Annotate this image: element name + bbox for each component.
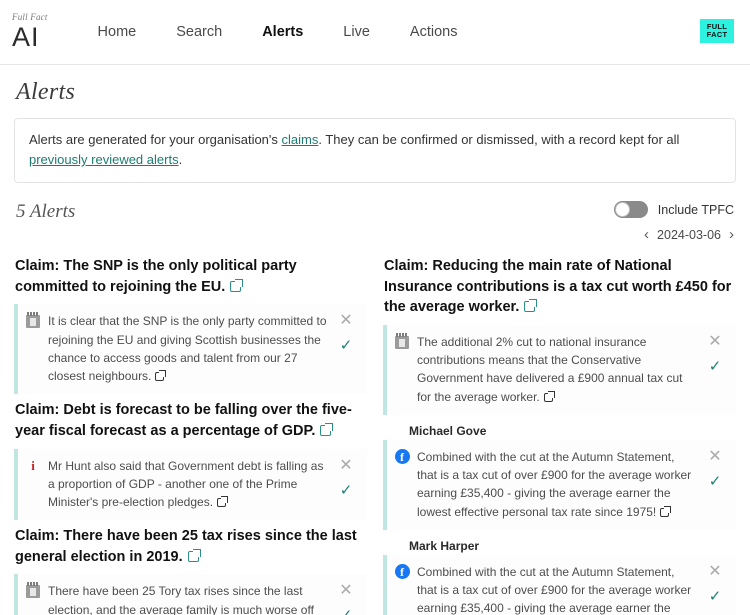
nav-link-search[interactable]: Search <box>156 18 242 46</box>
alerts-column-right: Claim: Reducing the main rate of Nationa… <box>383 250 736 615</box>
claim-title-text: Claim: There have been 25 tax rises sinc… <box>15 528 357 565</box>
confirm-alert-button[interactable]: ✓ <box>340 483 353 498</box>
facebook-icon: f <box>394 564 410 580</box>
nav-link-home[interactable]: Home <box>78 18 157 46</box>
alert-quote-item: The additional 2% cut to national insura… <box>383 325 736 415</box>
brand-logo[interactable]: Full Fact AI <box>12 13 48 51</box>
quote-text-content: Mr Hunt also said that Government debt i… <box>48 458 324 509</box>
alerts-columns: Claim: The SNP is the only political par… <box>14 250 736 615</box>
quote-actions: ✕✓ <box>700 333 730 375</box>
quote-external-link-icon[interactable] <box>543 390 555 402</box>
alert-quote-item: f Combined with the cut at the Autumn Sta… <box>383 439 736 530</box>
claim-external-link-icon[interactable] <box>320 422 334 436</box>
quote-text: There have been 25 Tory tax rises since … <box>48 582 331 615</box>
confirm-alert-button[interactable]: ✓ <box>340 338 353 353</box>
facebook-glyph: f <box>394 564 410 580</box>
include-tpfc-toggle[interactable] <box>613 201 648 219</box>
include-tpfc-label: Include TPFC <box>657 202 734 217</box>
dismiss-alert-button[interactable]: ✕ <box>339 583 352 599</box>
dismiss-alert-button[interactable]: ✕ <box>708 563 721 580</box>
quote-actions: ✕✓ <box>331 312 361 354</box>
quote-text: It is clear that the SNP is the only par… <box>48 312 331 385</box>
current-date-value: 2024-03-06 <box>657 227 721 242</box>
info-banner: Alerts are generated for your organisati… <box>14 118 736 184</box>
info-source-icon: i <box>25 458 41 474</box>
claim-external-link-icon[interactable] <box>524 299 538 313</box>
info-banner-text-3: . <box>178 152 183 168</box>
claim-title: Claim: Debt is forecast to be falling ov… <box>15 400 367 441</box>
facebook-glyph: f <box>394 449 410 465</box>
include-tpfc-row: Include TPFC <box>613 201 734 219</box>
claims-link[interactable]: claims <box>282 132 319 147</box>
claim-title: Claim: The SNP is the only political par… <box>15 256 367 297</box>
confirm-alert-button[interactable]: ✓ <box>340 608 353 615</box>
top-navigation-bar: Full Fact AI Home Search Alerts Live Act… <box>0 0 750 65</box>
info-glyph: i <box>31 458 35 474</box>
info-banner-text-2: . They can be confirmed or dismissed, wi… <box>318 132 680 147</box>
quote-text-content: Combined with the cut at the Autumn Stat… <box>417 449 692 519</box>
quote-external-link-icon[interactable] <box>155 370 167 382</box>
parliament-glyph <box>395 332 409 349</box>
facebook-icon: f <box>394 449 410 465</box>
quote-actions: ✕✓ <box>700 448 730 489</box>
nav-link-alerts[interactable]: Alerts <box>242 18 323 46</box>
toggle-knob <box>614 202 630 218</box>
quote-text: Combined with the cut at the Autumn Stat… <box>417 563 700 615</box>
nav-link-actions[interactable]: Actions <box>390 18 478 46</box>
next-day-chevron-icon[interactable]: › <box>729 227 734 242</box>
logo-line-2: FACT <box>705 30 729 39</box>
confirm-alert-button[interactable]: ✓ <box>709 589 722 604</box>
quote-external-link-icon[interactable] <box>660 505 672 517</box>
dismiss-alert-button[interactable]: ✕ <box>708 334 721 350</box>
brand-kicker: Full Fact <box>12 12 48 22</box>
dismiss-alert-button[interactable]: ✕ <box>339 457 352 474</box>
parliament-icon <box>25 311 41 329</box>
page-content: Alerts Alerts are generated for your org… <box>0 79 750 615</box>
alerts-column-left: Claim: The SNP is the only political par… <box>14 250 367 615</box>
claim-title: Claim: There have been 25 tax rises sinc… <box>15 526 367 567</box>
quote-text: Mr Hunt also said that Government debt i… <box>48 457 331 512</box>
claim-title-text: Claim: The SNP is the only political par… <box>15 258 297 295</box>
quote-text-content: Combined with the cut at the Autumn Stat… <box>417 564 692 615</box>
quote-actions: ✕✓ <box>331 457 361 498</box>
confirm-alert-button[interactable]: ✓ <box>709 474 722 489</box>
alerts-controls: Include TPFC ‹ 2024-03-06 › <box>613 201 734 242</box>
page-title: Alerts <box>16 79 76 105</box>
claim-title: Claim: Reducing the main rate of Nationa… <box>384 256 736 318</box>
parliament-glyph <box>26 581 40 598</box>
full-fact-logo-icon[interactable]: FULL FACT <box>700 16 734 46</box>
nav-links: Home Search Alerts Live Actions <box>78 18 478 46</box>
alert-quote-item: It is clear that the SNP is the only par… <box>14 304 367 395</box>
alert-quote-item: There have been 25 Tory tax rises since … <box>14 574 367 615</box>
info-banner-text-1: Alerts are generated for your organisati… <box>29 132 282 147</box>
quote-speaker-name: Michael Gove <box>409 423 487 438</box>
alerts-toolbar: 5 Alerts Include TPFC ‹ 2024-03-06 › <box>16 201 734 242</box>
parliament-icon <box>394 332 410 350</box>
alert-quote-item: i Mr Hunt also said that Government debt … <box>14 448 367 521</box>
previously-reviewed-alerts-link[interactable]: previously reviewed alerts <box>29 152 179 167</box>
quote-actions: ✕✓ <box>700 563 730 604</box>
confirm-alert-button[interactable]: ✓ <box>709 359 722 374</box>
quote-text: Combined with the cut at the Autumn Stat… <box>417 448 700 521</box>
date-navigator: ‹ 2024-03-06 › <box>644 227 734 242</box>
parliament-icon <box>25 581 41 599</box>
claim-title-text: Claim: Debt is forecast to be falling ov… <box>15 402 352 439</box>
quote-actions: ✕✓ <box>331 582 361 615</box>
dismiss-alert-button[interactable]: ✕ <box>339 313 352 329</box>
claim-external-link-icon[interactable] <box>187 548 201 562</box>
nav-link-live[interactable]: Live <box>323 18 390 46</box>
parliament-glyph <box>26 311 40 328</box>
claim-external-link-icon[interactable] <box>230 278 244 292</box>
quote-external-link-icon[interactable] <box>217 496 229 507</box>
dismiss-alert-button[interactable]: ✕ <box>708 448 721 465</box>
previous-day-chevron-icon[interactable]: ‹ <box>644 227 649 242</box>
quote-text: The additional 2% cut to national insura… <box>417 333 700 406</box>
quote-text-content: There have been 25 Tory tax rises since … <box>48 584 314 615</box>
quote-text-content: It is clear that the SNP is the only par… <box>48 314 327 384</box>
alert-quote-item: f Combined with the cut at the Autumn Sta… <box>383 554 736 615</box>
brand-name: AI <box>12 22 40 52</box>
quote-speaker-name: Mark Harper <box>409 538 480 553</box>
alerts-count-label: 5 Alerts <box>16 201 76 223</box>
claim-title-text: Claim: Reducing the main rate of Nationa… <box>384 258 732 316</box>
